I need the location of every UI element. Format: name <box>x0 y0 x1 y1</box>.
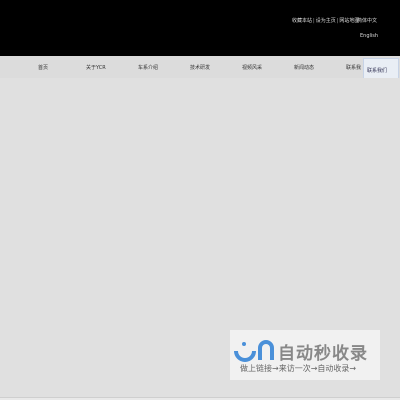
nav-item-vehicles[interactable]: 车系介绍 <box>138 64 158 71</box>
utility-links: 收藏本站|设为主页|网站地图 <box>292 17 359 24</box>
watermark-title: 自动秒收录 <box>278 344 368 364</box>
nav-item-home[interactable]: 首页 <box>38 64 48 71</box>
watermark-subtitle: 做上链接→来访一次→自动收录→ <box>240 364 357 373</box>
contact-dropdown-tab[interactable]: 联系我们 <box>363 58 399 79</box>
lang-english-link[interactable]: English <box>360 33 378 39</box>
nav-item-contact[interactable]: 联系我 <box>346 64 361 71</box>
top-header-bar: 收藏本站|设为主页|网站地图 简体中文 English <box>0 0 400 56</box>
nav-item-video[interactable]: 视频风采 <box>242 64 262 71</box>
main-nav: 首页 关于YCR 车系介绍 技术研发 视频风采 新闻动态 联系我 <box>0 56 400 79</box>
nav-item-about[interactable]: 关于YCR <box>86 64 106 71</box>
watermark-badge: 自动秒收录 做上链接→来访一次→自动收录→ <box>230 330 380 380</box>
nav-item-news[interactable]: 新闻动态 <box>294 64 314 71</box>
bottom-divider <box>0 397 400 398</box>
lang-chinese-link[interactable]: 简体中文 <box>357 17 377 24</box>
contact-tab-label: 联系我们 <box>367 68 388 74</box>
separator: | <box>336 18 339 24</box>
watermark-logo-icon <box>234 340 274 362</box>
nav-item-rnd[interactable]: 技术研发 <box>190 64 210 71</box>
bookmark-link[interactable]: 收藏本站 <box>292 17 312 24</box>
set-homepage-link[interactable]: 设为主页 <box>316 17 336 24</box>
separator: | <box>313 18 315 24</box>
